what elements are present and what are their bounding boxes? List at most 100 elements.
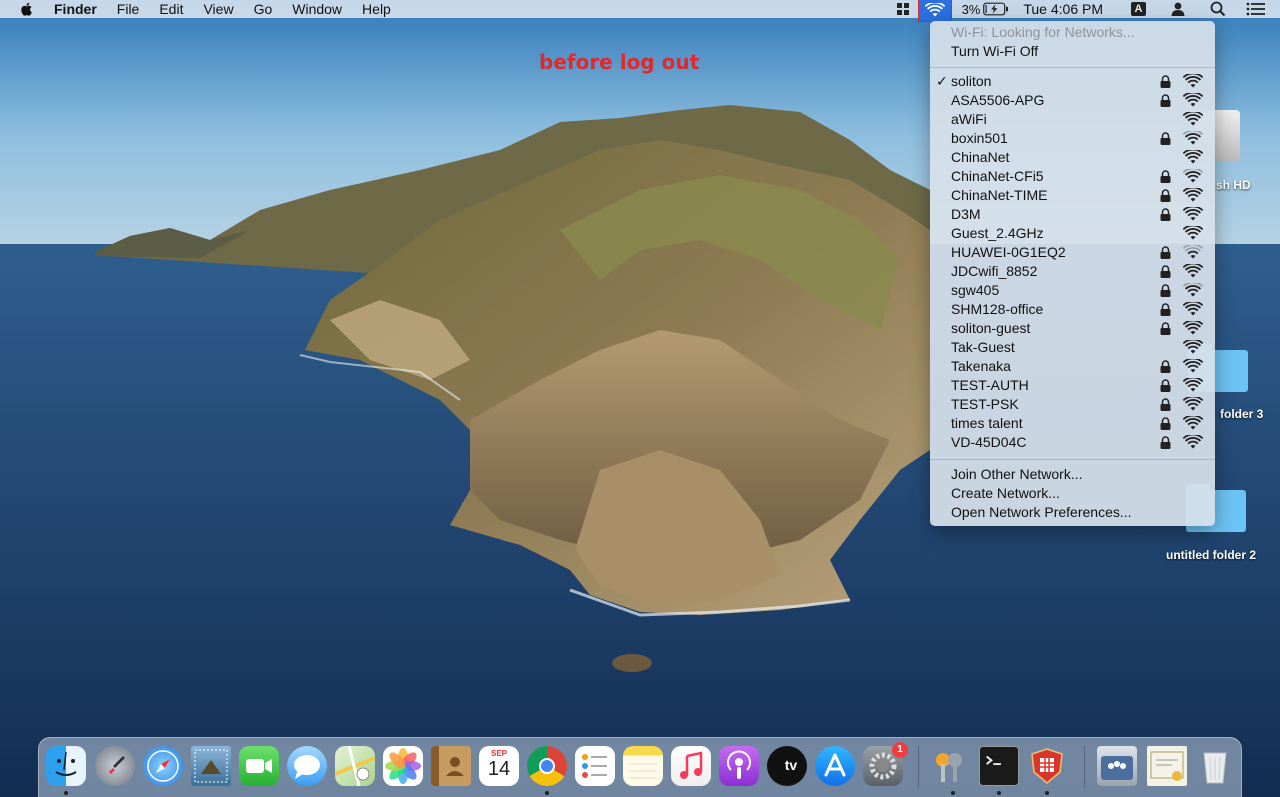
- open-network-preferences-item[interactable]: Open Network Preferences...: [951, 503, 1132, 522]
- contacts-icon[interactable]: [431, 746, 471, 786]
- wifi-status-button[interactable]: [917, 0, 952, 22]
- calendar-icon[interactable]: SEP 14: [479, 746, 519, 786]
- network-item[interactable]: Takenaka: [930, 357, 1215, 376]
- menu-window[interactable]: Window: [282, 0, 352, 18]
- music-note-icon: [680, 751, 703, 779]
- network-item[interactable]: Tak-Guest: [930, 338, 1215, 357]
- podcast-broadcast-icon: [727, 750, 751, 779]
- stamp-eagle-icon: [194, 749, 228, 783]
- network-item[interactable]: soliton-guest: [930, 319, 1215, 338]
- wifi-icon: [924, 2, 945, 16]
- certificate-icon[interactable]: [1147, 746, 1187, 786]
- keychain-icon[interactable]: [929, 746, 969, 786]
- security-shield-icon[interactable]: [1027, 746, 1067, 786]
- user-icon[interactable]: [1170, 0, 1186, 18]
- network-item[interactable]: times talent: [930, 414, 1215, 433]
- photos-icon[interactable]: [383, 746, 423, 786]
- maps-icon[interactable]: [334, 745, 376, 787]
- safari-icon[interactable]: [143, 746, 183, 786]
- menu-help[interactable]: Help: [352, 0, 401, 18]
- lock-icon: [1160, 75, 1171, 88]
- trash-icon[interactable]: [1195, 746, 1235, 786]
- app-store-a-icon: [824, 753, 846, 777]
- terminal-icon[interactable]: [979, 746, 1019, 786]
- menu-app-name[interactable]: Finder: [44, 0, 107, 18]
- notification-badge: 1: [892, 742, 908, 758]
- wifi-signal-icon: [1183, 283, 1203, 297]
- network-item[interactable]: Guest_2.4GHz: [930, 224, 1215, 243]
- network-name: VD-45D04C: [951, 434, 1027, 450]
- input-source-icon[interactable]: A: [1131, 2, 1146, 16]
- apple-icon[interactable]: [18, 1, 36, 17]
- menu-file[interactable]: File: [107, 0, 150, 18]
- network-item[interactable]: ChinaNet-TIME: [930, 186, 1215, 205]
- finder-icon[interactable]: [46, 746, 86, 786]
- desktop-item-untitled-folder-2-label[interactable]: untitled folder 2: [1166, 548, 1256, 562]
- podcasts-icon[interactable]: [719, 746, 759, 786]
- notes-icon[interactable]: [623, 746, 663, 786]
- network-item[interactable]: VD-45D04C: [930, 433, 1215, 452]
- network-item[interactable]: ✓ soliton: [930, 72, 1215, 91]
- menu-clock[interactable]: Tue 4:06 PM: [1023, 0, 1103, 18]
- network-item[interactable]: ASA5506-APG: [930, 91, 1215, 110]
- network-name: ChinaNet-TIME: [951, 187, 1048, 203]
- music-icon[interactable]: [671, 746, 711, 786]
- spotlight-icon[interactable]: [1210, 0, 1226, 18]
- join-other-network-item[interactable]: Join Other Network...: [951, 465, 1083, 484]
- network-name: Tak-Guest: [951, 339, 1015, 355]
- network-item[interactable]: TEST-AUTH: [930, 376, 1215, 395]
- network-name: TEST-AUTH: [951, 377, 1029, 393]
- notification-center-icon[interactable]: [1246, 0, 1266, 18]
- apple-tv-icon[interactable]: tv: [767, 746, 807, 786]
- reminders-icon[interactable]: [575, 746, 615, 786]
- menu-view[interactable]: View: [193, 0, 243, 18]
- wifi-signal-icon: [1183, 321, 1203, 335]
- wifi-signal-icon: [1183, 169, 1203, 183]
- shortcut-icon[interactable]: [896, 0, 910, 18]
- network-name: sgw405: [951, 282, 1000, 298]
- menu-go[interactable]: Go: [244, 0, 283, 18]
- annotation-before-log-out: before log out: [539, 50, 700, 74]
- lock-icon: [1160, 436, 1171, 449]
- menu-edit[interactable]: Edit: [149, 0, 193, 18]
- messages-icon[interactable]: [287, 746, 327, 786]
- wifi-signal-icon: [1183, 207, 1203, 221]
- mail-icon[interactable]: [191, 746, 231, 786]
- create-network-item[interactable]: Create Network...: [951, 484, 1060, 503]
- wifi-signal-icon: [1183, 112, 1203, 126]
- turn-wifi-off-item[interactable]: Turn Wi-Fi Off: [951, 42, 1038, 61]
- lock-icon: [1160, 94, 1171, 107]
- network-name: JDCwifi_8852: [951, 263, 1038, 279]
- network-name: times talent: [951, 415, 1023, 431]
- network-item[interactable]: boxin501: [930, 129, 1215, 148]
- users-folder-icon: [1101, 756, 1133, 780]
- running-indicator: [545, 791, 549, 795]
- battery-charging-icon[interactable]: [983, 0, 1009, 18]
- shield-icon: [1031, 748, 1063, 784]
- facetime-icon[interactable]: [239, 746, 279, 786]
- network-item[interactable]: HUAWEI-0G1EQ2: [930, 243, 1215, 262]
- network-item[interactable]: SHM128-office: [930, 300, 1215, 319]
- desktop-item-folder-3-label[interactable]: folder 3: [1220, 407, 1263, 421]
- calendar-day: 14: [487, 758, 511, 780]
- wifi-signal-icon: [1183, 93, 1203, 107]
- wifi-status-text: Wi-Fi: Looking for Networks...: [951, 24, 1135, 40]
- network-item[interactable]: ChinaNet-CFi5: [930, 167, 1215, 186]
- network-item[interactable]: JDCwifi_8852: [930, 262, 1215, 281]
- launchpad-icon[interactable]: [95, 746, 135, 786]
- network-item[interactable]: sgw405: [930, 281, 1215, 300]
- chrome-icon[interactable]: [527, 746, 567, 786]
- network-item[interactable]: TEST-PSK: [930, 395, 1215, 414]
- migration-icon[interactable]: [1097, 746, 1137, 786]
- wifi-signal-icon: [1183, 302, 1203, 316]
- rocket-icon: [109, 756, 125, 774]
- network-item[interactable]: D3M: [930, 205, 1215, 224]
- network-item[interactable]: ChinaNet: [930, 148, 1215, 167]
- finder-face-icon: [55, 751, 77, 776]
- network-item[interactable]: aWiFi: [930, 110, 1215, 129]
- app-store-icon[interactable]: [815, 746, 855, 786]
- wifi-signal-icon: [1183, 378, 1203, 392]
- lock-icon: [1160, 189, 1171, 202]
- battery-percent[interactable]: 3%: [962, 0, 981, 18]
- desktop-item-hd-label[interactable]: sh HD: [1216, 178, 1251, 192]
